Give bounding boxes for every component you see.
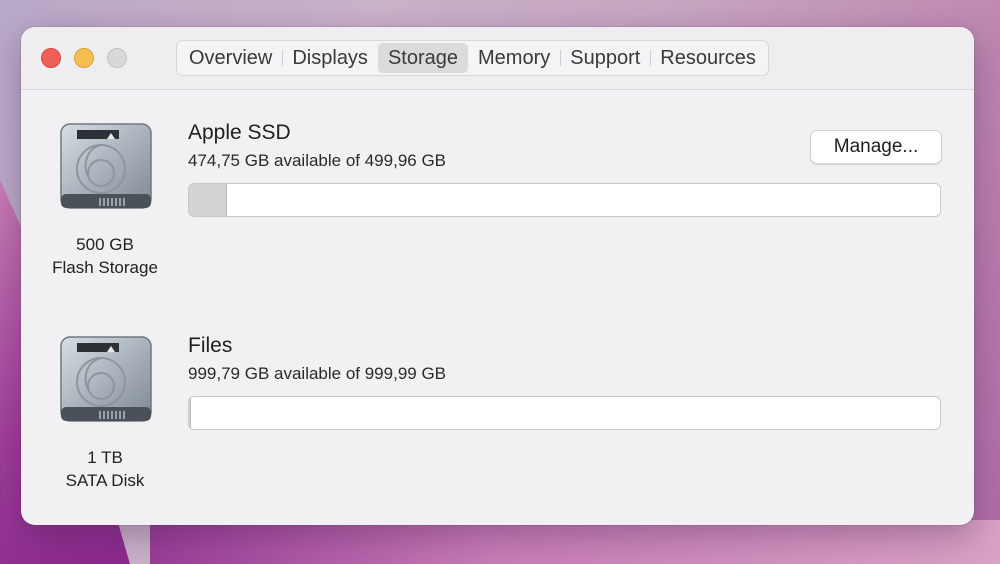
hard-drive-icon — [57, 334, 155, 429]
tab-storage[interactable]: Storage — [377, 43, 468, 73]
tab-displays[interactable]: Displays — [282, 43, 378, 73]
minimize-button[interactable] — [74, 48, 94, 68]
disk-capacity: 500 GB — [76, 235, 134, 254]
tab-support[interactable]: Support — [560, 43, 650, 73]
disk-available: 999,79 GB available of 999,99 GB — [188, 364, 447, 383]
disk-entry: 1 TB SATA Disk Files 999,79 GB available… — [21, 334, 974, 514]
disk-type: Flash Storage — [52, 258, 158, 277]
storage-usage-bar — [188, 396, 941, 430]
storage-used-segment — [189, 184, 227, 216]
title-bar: Overview Displays Storage Memory Support… — [21, 27, 974, 90]
tab-overview[interactable]: Overview — [179, 43, 282, 73]
disk-name: Files — [188, 334, 233, 357]
close-button[interactable] — [41, 48, 61, 68]
disk-capacity: 1 TB — [87, 448, 123, 467]
manage-button[interactable]: Manage... — [810, 130, 942, 164]
tab-resources[interactable]: Resources — [650, 43, 766, 73]
disk-type: SATA Disk — [65, 471, 145, 490]
storage-used-segment — [189, 397, 192, 429]
tab-bar: Overview Displays Storage Memory Support… — [176, 40, 769, 76]
about-this-mac-window: Overview Displays Storage Memory Support… — [21, 27, 974, 525]
window-controls — [41, 48, 127, 68]
disk-available: 474,75 GB available of 499,96 GB — [188, 151, 447, 170]
zoom-button[interactable] — [107, 48, 127, 68]
disk-name: Apple SSD — [188, 121, 291, 144]
wallpaper-shape — [150, 520, 1000, 564]
storage-usage-bar — [188, 183, 941, 217]
hard-drive-icon — [57, 121, 155, 216]
tab-memory[interactable]: Memory — [468, 43, 560, 73]
